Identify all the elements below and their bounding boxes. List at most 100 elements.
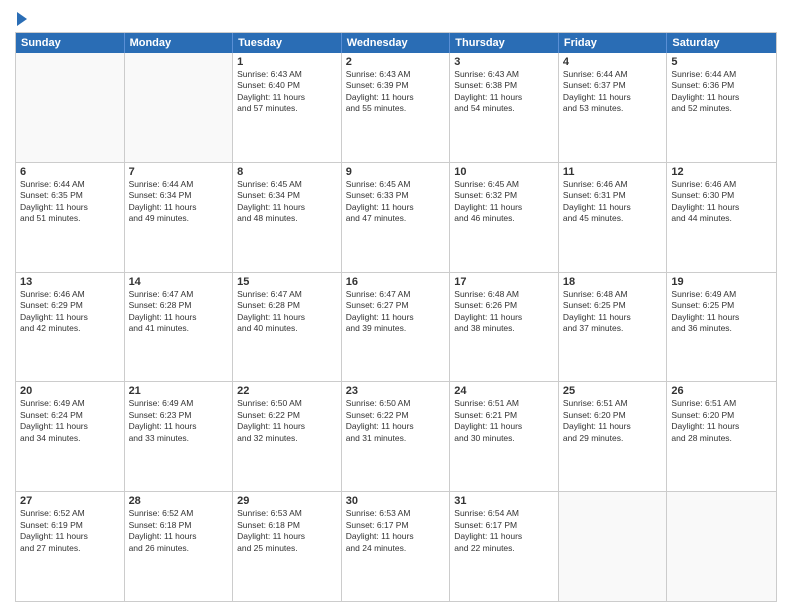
cell-line: Sunrise: 6:50 AM: [237, 398, 337, 409]
cell-line: Sunset: 6:40 PM: [237, 80, 337, 91]
calendar-cell: 31Sunrise: 6:54 AMSunset: 6:17 PMDayligh…: [450, 492, 559, 601]
cell-line: Sunrise: 6:51 AM: [563, 398, 663, 409]
cell-line: Sunset: 6:25 PM: [563, 300, 663, 311]
cell-line: Sunrise: 6:43 AM: [237, 69, 337, 80]
calendar-cell: 2Sunrise: 6:43 AMSunset: 6:39 PMDaylight…: [342, 53, 451, 162]
cell-line: Sunset: 6:17 PM: [454, 520, 554, 531]
header: [15, 10, 777, 26]
cell-line: Sunset: 6:32 PM: [454, 190, 554, 201]
cell-line: and 54 minutes.: [454, 103, 554, 114]
day-number: 28: [129, 495, 229, 507]
cell-line: and 30 minutes.: [454, 433, 554, 444]
page: SundayMondayTuesdayWednesdayThursdayFrid…: [0, 0, 792, 612]
cell-line: Sunrise: 6:52 AM: [20, 508, 120, 519]
cell-line: Sunset: 6:28 PM: [237, 300, 337, 311]
day-number: 17: [454, 276, 554, 288]
cell-line: Sunset: 6:34 PM: [237, 190, 337, 201]
calendar-cell: 27Sunrise: 6:52 AMSunset: 6:19 PMDayligh…: [16, 492, 125, 601]
cell-line: Sunrise: 6:45 AM: [237, 179, 337, 190]
calendar-cell: [559, 492, 668, 601]
day-number: 13: [20, 276, 120, 288]
cell-line: Sunrise: 6:47 AM: [129, 289, 229, 300]
cell-line: and 33 minutes.: [129, 433, 229, 444]
cell-line: Sunset: 6:33 PM: [346, 190, 446, 201]
cell-line: Daylight: 11 hours: [237, 92, 337, 103]
cell-line: and 38 minutes.: [454, 323, 554, 334]
cell-line: Sunrise: 6:48 AM: [563, 289, 663, 300]
cell-line: Daylight: 11 hours: [563, 92, 663, 103]
day-number: 29: [237, 495, 337, 507]
cell-line: Sunrise: 6:54 AM: [454, 508, 554, 519]
cell-line: Sunset: 6:39 PM: [346, 80, 446, 91]
cell-line: Daylight: 11 hours: [129, 312, 229, 323]
cell-line: Daylight: 11 hours: [671, 202, 772, 213]
calendar-cell: 3Sunrise: 6:43 AMSunset: 6:38 PMDaylight…: [450, 53, 559, 162]
cell-line: Sunrise: 6:45 AM: [454, 179, 554, 190]
calendar-cell: 13Sunrise: 6:46 AMSunset: 6:29 PMDayligh…: [16, 273, 125, 382]
cell-line: Sunrise: 6:49 AM: [129, 398, 229, 409]
cell-line: Sunrise: 6:44 AM: [671, 69, 772, 80]
calendar-header-cell: Thursday: [450, 33, 559, 53]
day-number: 2: [346, 56, 446, 68]
cell-line: Daylight: 11 hours: [20, 421, 120, 432]
cell-line: Daylight: 11 hours: [563, 312, 663, 323]
cell-line: Sunset: 6:35 PM: [20, 190, 120, 201]
calendar-body: 1Sunrise: 6:43 AMSunset: 6:40 PMDaylight…: [16, 53, 776, 601]
cell-line: Sunset: 6:38 PM: [454, 80, 554, 91]
calendar-header-cell: Saturday: [667, 33, 776, 53]
cell-line: Daylight: 11 hours: [346, 202, 446, 213]
cell-line: and 28 minutes.: [671, 433, 772, 444]
cell-line: and 55 minutes.: [346, 103, 446, 114]
calendar-cell: 24Sunrise: 6:51 AMSunset: 6:21 PMDayligh…: [450, 382, 559, 491]
cell-line: Daylight: 11 hours: [346, 312, 446, 323]
cell-line: Sunset: 6:18 PM: [129, 520, 229, 531]
cell-line: and 31 minutes.: [346, 433, 446, 444]
cell-line: Daylight: 11 hours: [563, 421, 663, 432]
calendar-cell: 30Sunrise: 6:53 AMSunset: 6:17 PMDayligh…: [342, 492, 451, 601]
calendar-cell: 26Sunrise: 6:51 AMSunset: 6:20 PMDayligh…: [667, 382, 776, 491]
cell-line: Sunrise: 6:50 AM: [346, 398, 446, 409]
cell-line: and 53 minutes.: [563, 103, 663, 114]
cell-line: Daylight: 11 hours: [237, 202, 337, 213]
cell-line: Sunset: 6:28 PM: [129, 300, 229, 311]
calendar-cell: 29Sunrise: 6:53 AMSunset: 6:18 PMDayligh…: [233, 492, 342, 601]
day-number: 14: [129, 276, 229, 288]
logo: [15, 10, 27, 26]
day-number: 22: [237, 385, 337, 397]
cell-line: Sunset: 6:22 PM: [237, 410, 337, 421]
calendar-header-cell: Friday: [559, 33, 668, 53]
cell-line: Daylight: 11 hours: [129, 202, 229, 213]
cell-line: Sunset: 6:29 PM: [20, 300, 120, 311]
cell-line: Sunrise: 6:53 AM: [237, 508, 337, 519]
logo-arrow-icon: [17, 12, 27, 26]
calendar-cell: [667, 492, 776, 601]
cell-line: and 57 minutes.: [237, 103, 337, 114]
calendar-header-cell: Tuesday: [233, 33, 342, 53]
cell-line: and 27 minutes.: [20, 543, 120, 554]
calendar-cell: 15Sunrise: 6:47 AMSunset: 6:28 PMDayligh…: [233, 273, 342, 382]
cell-line: and 34 minutes.: [20, 433, 120, 444]
cell-line: Sunset: 6:37 PM: [563, 80, 663, 91]
calendar-cell: 14Sunrise: 6:47 AMSunset: 6:28 PMDayligh…: [125, 273, 234, 382]
day-number: 27: [20, 495, 120, 507]
calendar: SundayMondayTuesdayWednesdayThursdayFrid…: [15, 32, 777, 602]
cell-line: Sunrise: 6:47 AM: [237, 289, 337, 300]
cell-line: Sunset: 6:25 PM: [671, 300, 772, 311]
cell-line: Sunset: 6:27 PM: [346, 300, 446, 311]
cell-line: Sunset: 6:21 PM: [454, 410, 554, 421]
day-number: 4: [563, 56, 663, 68]
calendar-row: 20Sunrise: 6:49 AMSunset: 6:24 PMDayligh…: [16, 381, 776, 491]
cell-line: Sunrise: 6:44 AM: [563, 69, 663, 80]
calendar-cell: 5Sunrise: 6:44 AMSunset: 6:36 PMDaylight…: [667, 53, 776, 162]
calendar-cell: 7Sunrise: 6:44 AMSunset: 6:34 PMDaylight…: [125, 163, 234, 272]
cell-line: Daylight: 11 hours: [563, 202, 663, 213]
cell-line: Daylight: 11 hours: [129, 421, 229, 432]
calendar-cell: 23Sunrise: 6:50 AMSunset: 6:22 PMDayligh…: [342, 382, 451, 491]
day-number: 8: [237, 166, 337, 178]
calendar-cell: 11Sunrise: 6:46 AMSunset: 6:31 PMDayligh…: [559, 163, 668, 272]
cell-line: Daylight: 11 hours: [346, 421, 446, 432]
cell-line: Sunrise: 6:49 AM: [671, 289, 772, 300]
cell-line: and 41 minutes.: [129, 323, 229, 334]
calendar-cell: 10Sunrise: 6:45 AMSunset: 6:32 PMDayligh…: [450, 163, 559, 272]
cell-line: Daylight: 11 hours: [671, 92, 772, 103]
